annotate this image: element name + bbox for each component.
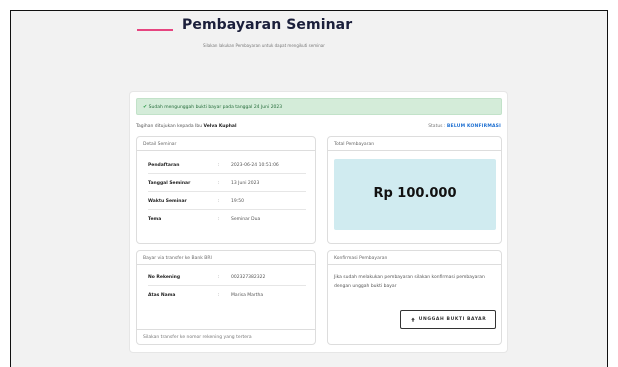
payment-card: ✔ Sudah mengunggah bukti bayar pada tang… [129,91,508,353]
row-label: Pendaftaran [148,163,180,168]
check-icon: ✔ [143,104,148,110]
success-alert: ✔ Sudah mengunggah bukti bayar pada tang… [136,98,502,115]
row-label: No Rekening [148,275,181,280]
upload-proof-button[interactable]: UNGGAH BUKTI BAYAR [400,310,496,329]
recipient-prefix: Tagihan ditujukan kepada Ibu [136,124,203,129]
row-label: Tanggal Seminar [148,181,191,186]
detail-seminar-panel: Detail Seminar Pendaftaran : 2023-06-24 … [136,136,316,244]
upload-button-label: UNGGAH BUKTI BAYAR [418,317,487,322]
row-value: 19:50 [231,199,244,204]
row-value: 13 Juni 2023 [231,181,260,186]
status-badge: BELUM KONFIRMASI [446,124,501,129]
row-value: Marisa Martha [231,293,264,298]
row-colon: : [218,181,220,186]
upload-icon [410,317,415,322]
confirmation-panel: Konfirmasi Pembayaran Jika sudah melakuk… [327,250,502,345]
row-label: Waktu Seminar [148,199,187,204]
panel-title: Total Pembayaran [328,137,501,151]
confirmation-text: Jika sudah melakukan pembayaran silakan … [334,275,485,289]
panel-title: Bayar via transfer ke Bank BRI [137,251,315,265]
bank-row: No Rekening : 002327382322 [148,271,306,286]
page-subtitle: Silakan lakukan Pembayaran untuk dapat m… [203,43,325,48]
row-colon: : [218,275,220,280]
row-colon: : [218,163,220,168]
detail-row: Pendaftaran : 2023-06-24 10:51:06 [148,159,306,174]
bank-row: Atas Nama : Marisa Martha [148,289,306,303]
detail-row: Waktu Seminar : 19:50 [148,195,306,210]
row-label: Atas Nama [148,293,176,298]
row-value: 002327382322 [231,275,266,280]
row-value: Seminar Dua [231,217,261,222]
row-value: 2023-06-24 10:51:06 [231,163,279,168]
page-title: Pembayaran Seminar [182,17,353,33]
detail-row: Tema : Seminar Dua [148,213,306,227]
row-label: Tema [148,217,162,222]
status-label: Status : [428,124,446,129]
row-colon: : [218,217,220,222]
total-payment-panel: Total Pembayaran Rp 100.000 [327,136,502,244]
total-amount-box: Rp 100.000 [334,159,496,230]
row-colon: : [218,199,220,204]
recipient-line: Tagihan ditujukan kepada Ibu Velva Kupha… [136,124,236,129]
bank-transfer-panel: Bayar via transfer ke Bank BRI No Rekeni… [136,250,316,345]
panel-title: Detail Seminar [137,137,315,151]
row-colon: : [218,293,220,298]
alert-text: Sudah mengunggah bukti bayar pada tangga… [148,105,283,110]
status-line: Status : BELUM KONFIRMASI [428,124,501,129]
total-amount: Rp 100.000 [373,186,457,201]
heading-accent-line [137,29,173,31]
detail-row: Tanggal Seminar : 13 Juni 2023 [148,177,306,192]
panel-title: Konfirmasi Pembayaran [328,251,501,265]
app-frame: Pembayaran Seminar Silakan lakukan Pemba… [10,10,608,367]
recipient-name: Velva Kuphal [203,124,237,129]
bank-transfer-note: Silakan transfer ke nomor rekening yang … [137,329,315,344]
